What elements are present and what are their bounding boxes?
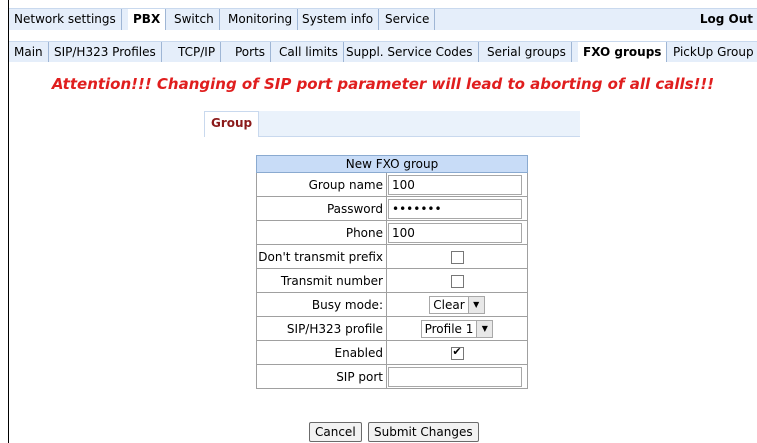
dont-transmit-prefix-label: Don't transmit prefix xyxy=(256,244,387,269)
tab-group[interactable]: Group xyxy=(204,111,260,137)
frame-border xyxy=(8,0,9,443)
sub-menu-ports[interactable]: Ports xyxy=(230,42,272,62)
sub-menu-sip-h323-profiles[interactable]: SIP/H323 Profiles xyxy=(49,42,162,62)
form-title: New FXO group xyxy=(256,155,528,173)
top-menu-service[interactable]: Service xyxy=(380,9,436,30)
dont-transmit-prefix-checkbox[interactable] xyxy=(450,250,464,264)
sub-menu-call-limits[interactable]: Call limits xyxy=(274,42,344,62)
busy-mode-select[interactable]: Clear ▼ xyxy=(429,295,485,314)
cancel-button[interactable]: Cancel xyxy=(309,422,362,442)
phone-label: Phone xyxy=(256,220,387,245)
busy-mode-label: Busy mode: xyxy=(256,292,387,317)
sub-menu-pickup-group[interactable]: PickUp Group xyxy=(668,42,757,62)
top-menu-system-info[interactable]: System info xyxy=(297,9,380,30)
chevron-down-icon: ▼ xyxy=(467,296,484,313)
sip-profile-value: Profile 1 xyxy=(424,321,474,336)
enabled-label: Enabled xyxy=(256,340,387,365)
top-menu-pbx[interactable]: PBX xyxy=(128,9,167,30)
enabled-checkbox[interactable]: ✔ xyxy=(450,344,464,360)
top-menu-switch[interactable]: Switch xyxy=(169,9,220,30)
submit-changes-button[interactable]: Submit Changes xyxy=(368,422,479,442)
checkmark-icon: ✔ xyxy=(452,344,462,358)
chevron-down-icon: ▼ xyxy=(476,320,493,337)
tab-bar: Group xyxy=(204,111,580,137)
group-name-input[interactable] xyxy=(388,174,522,195)
sub-menu-serial-groups[interactable]: Serial groups xyxy=(482,42,572,62)
sip-port-label: SIP port xyxy=(256,364,387,389)
sub-menu-main[interactable]: Main xyxy=(9,42,49,62)
sub-menu: Main SIP/H323 Profiles TCP/IP Ports Call… xyxy=(9,41,757,62)
sub-menu-suppl-service-codes[interactable]: Suppl. Service Codes xyxy=(341,42,479,62)
busy-mode-value: Clear xyxy=(433,297,465,312)
phone-input[interactable] xyxy=(388,222,522,243)
top-menu-network-settings[interactable]: Network settings xyxy=(9,9,122,30)
sub-menu-tcp-ip[interactable]: TCP/IP xyxy=(173,42,222,62)
logout-link[interactable]: Log Out xyxy=(700,9,753,30)
transmit-number-checkbox[interactable] xyxy=(450,274,464,288)
top-menu-monitoring[interactable]: Monitoring xyxy=(223,9,299,30)
fxo-group-form: New FXO group Group name Password Phone … xyxy=(256,155,528,389)
sip-profile-label: SIP/H323 profile xyxy=(256,316,387,341)
transmit-number-label: Transmit number xyxy=(256,268,387,293)
password-label: Password xyxy=(256,196,387,221)
group-name-label: Group name xyxy=(256,172,387,197)
sip-profile-select[interactable]: Profile 1 ▼ xyxy=(420,319,494,338)
top-menu: Network settings PBX Switch Monitoring S… xyxy=(9,8,757,30)
sub-menu-fxo-groups[interactable]: FXO groups xyxy=(578,42,668,62)
sip-port-warning: Attention!!! Changing of SIP port parame… xyxy=(51,75,715,93)
sip-port-input[interactable] xyxy=(388,366,522,387)
password-input[interactable] xyxy=(388,198,522,219)
